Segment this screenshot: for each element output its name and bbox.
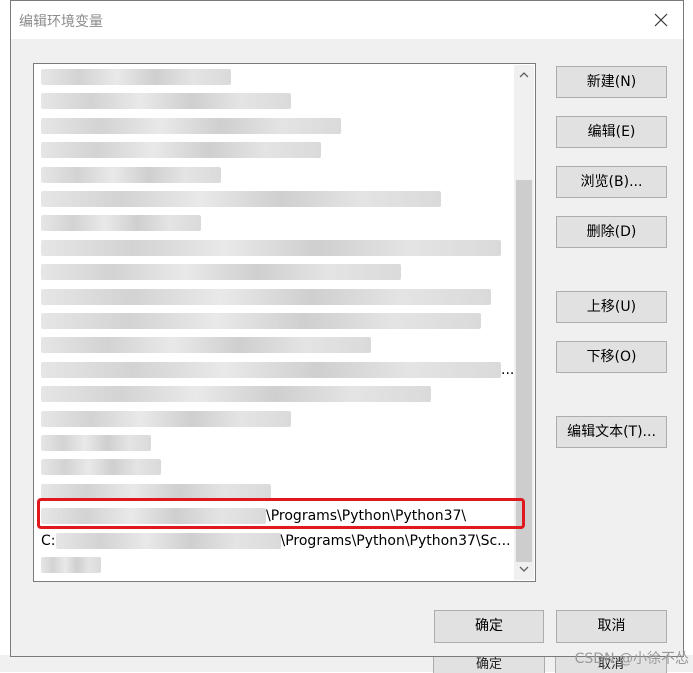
- redacted-path-segment: [41, 215, 201, 232]
- browse-button[interactable]: 浏览(B)...: [556, 166, 667, 198]
- redacted-path-segment: [41, 361, 501, 378]
- path-list-item[interactable]: [35, 211, 513, 235]
- path-list-item[interactable]: [35, 382, 513, 406]
- path-list-item[interactable]: [35, 89, 513, 113]
- redacted-path-segment: [41, 93, 291, 110]
- close-button[interactable]: [647, 7, 675, 33]
- redacted-path-segment: [41, 191, 441, 207]
- path-list-item[interactable]: C: \Programs\Python\Python37\Sc...: [35, 529, 513, 553]
- edit-button[interactable]: 编辑(E): [556, 116, 667, 148]
- scroll-up-button[interactable]: [514, 65, 534, 85]
- background-ok-button: 确定: [433, 655, 545, 673]
- chevron-up-icon: [519, 72, 529, 78]
- path-list-item[interactable]: [35, 431, 513, 455]
- path-list-item[interactable]: [35, 309, 513, 333]
- path-list-item[interactable]: [35, 163, 513, 187]
- redacted-path-segment: [41, 288, 491, 305]
- redacted-path-segment: [41, 69, 231, 85]
- ok-button[interactable]: 确定: [434, 610, 544, 643]
- redacted-path-segment: [41, 435, 151, 451]
- scroll-down-button[interactable]: [514, 560, 534, 580]
- redacted-path-segment: [41, 459, 161, 476]
- path-list-item[interactable]: [35, 65, 513, 89]
- redacted-path-segment: [41, 117, 341, 134]
- path-list-item[interactable]: [35, 260, 513, 284]
- edit-env-var-dialog: 编辑环境变量 ...\Programs\Python\Python37\C:\P…: [10, 0, 684, 657]
- dialog-title: 编辑环境变量: [19, 14, 103, 30]
- redacted-path-segment: [41, 264, 401, 281]
- redacted-path-segment: [41, 557, 101, 573]
- redacted-path-segment: [41, 166, 221, 183]
- move-down-button[interactable]: 下移(O): [556, 341, 667, 373]
- redacted-path-segment: [55, 532, 281, 549]
- path-list-item[interactable]: [35, 138, 513, 162]
- path-text: \Programs\Python\Python37\Sc...: [280, 532, 511, 549]
- edit-text-button[interactable]: 编辑文本(T)...: [556, 416, 667, 448]
- path-list-item[interactable]: [35, 285, 513, 309]
- redacted-path-segment: [41, 313, 481, 329]
- path-list-item[interactable]: [35, 455, 513, 479]
- cancel-button[interactable]: 取消: [556, 610, 667, 643]
- redacted-path-segment: [41, 410, 291, 427]
- path-list-item[interactable]: [35, 333, 513, 357]
- redacted-path-segment: [41, 239, 501, 256]
- close-icon: [654, 13, 668, 27]
- path-list-item[interactable]: [35, 553, 513, 577]
- path-text: ...: [501, 361, 513, 378]
- delete-button[interactable]: 删除(D): [556, 216, 667, 248]
- redacted-path-segment: [41, 337, 371, 354]
- move-up-button[interactable]: 上移(U): [556, 291, 667, 323]
- highlight-annotation: [37, 498, 525, 529]
- path-drive-prefix: C:: [41, 532, 56, 549]
- new-button[interactable]: 新建(N): [556, 66, 667, 98]
- path-list-item[interactable]: ...: [35, 358, 513, 382]
- path-list-item[interactable]: [35, 407, 513, 431]
- chevron-down-icon: [519, 566, 529, 572]
- path-list-item[interactable]: [35, 577, 513, 581]
- redacted-path-segment: [41, 142, 321, 159]
- path-list-item[interactable]: [35, 187, 513, 211]
- path-list-item[interactable]: [35, 236, 513, 260]
- path-list-item[interactable]: [35, 114, 513, 138]
- title-bar: 编辑环境变量: [11, 1, 683, 39]
- redacted-path-segment: [41, 386, 431, 403]
- watermark: CSDN @小徐不怂: [574, 651, 689, 667]
